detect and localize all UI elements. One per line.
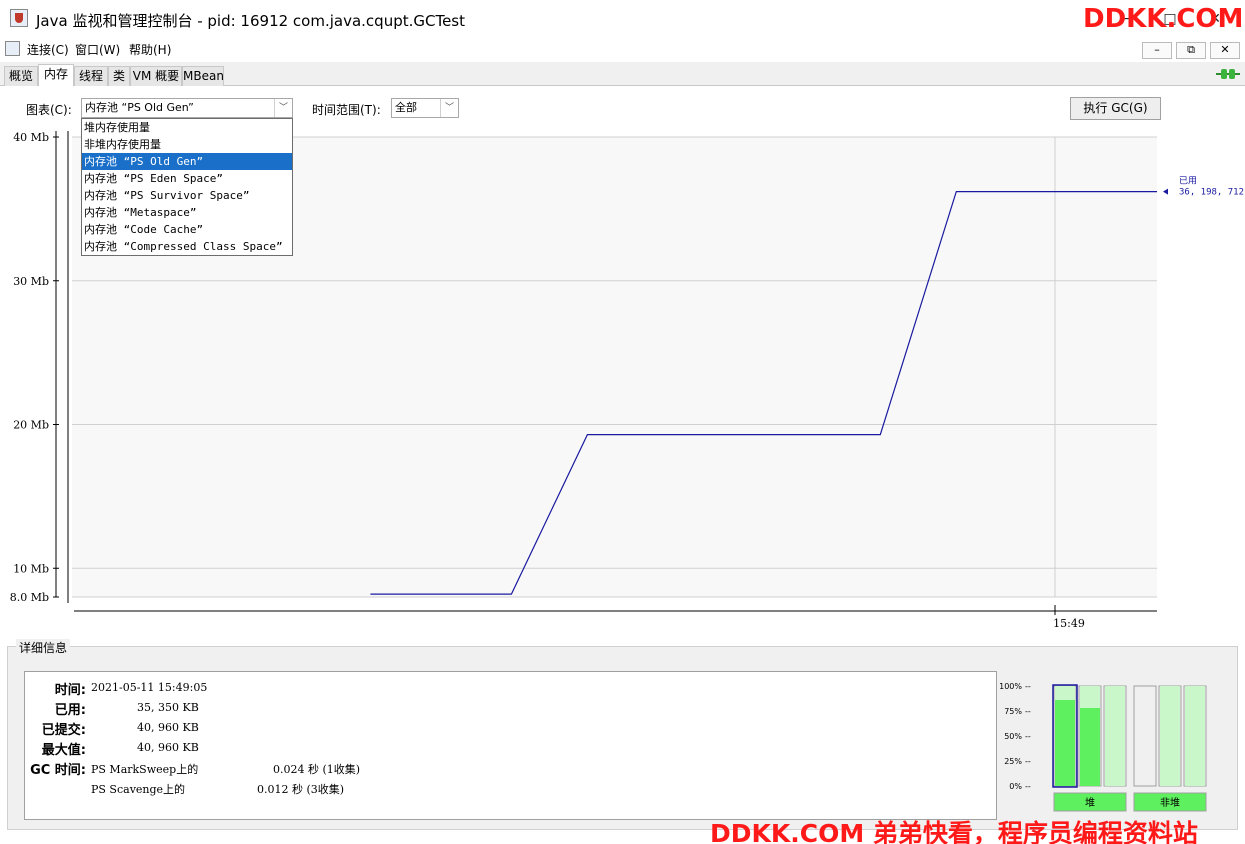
y-tick-label: 30 Mb [13, 275, 49, 288]
committed-value: 40, 960 KB [137, 721, 199, 734]
bar-scale-dash: -- [1025, 707, 1031, 716]
y-tick-label: 40 Mb [13, 131, 49, 144]
bar-scale-label: 0% [1009, 782, 1022, 791]
latest-value-marker: 已用36, 198, 712 [1163, 176, 1244, 198]
chart-select-dropdown[interactable]: 堆内存使用量 非堆内存使用量 内存池 “PS Old Gen” 内存池 “PS … [81, 118, 293, 256]
x-axis: 15:49 [74, 605, 1157, 630]
gc-time-label: GC 时间: [30, 763, 86, 778]
used-label: 已用: [54, 703, 86, 718]
nonheap-pool-bar-frame [1133, 685, 1157, 787]
dropdown-option-nonheap[interactable]: 非堆内存使用量 [82, 136, 292, 153]
gc-row-value: 0.024 秒 (1收集) [273, 763, 361, 776]
bar-scale-label: 50% [1004, 732, 1022, 741]
watermark-bottom: DDKK.COM 弟弟快看，程序员编程资料站 [710, 819, 1198, 844]
dropdown-option-ps-eden-space[interactable]: 内存池 “PS Eden Space” [82, 170, 292, 187]
heap-pool-bar-used [1080, 708, 1100, 786]
max-label: 最大值: [41, 743, 86, 758]
latest-value-arrow-icon [1163, 188, 1168, 195]
nonheap-pool-bar-committed [1160, 686, 1180, 786]
bar-scale-dash: -- [1025, 732, 1031, 741]
heap-summary-label: 堆 [1085, 797, 1095, 809]
y-tick-label: 20 Mb [13, 419, 49, 432]
bar-scale-label: 100% [999, 682, 1022, 691]
gc-row-name: PS MarkSweep上的 [91, 763, 199, 776]
bar-scale-dash: -- [1025, 682, 1031, 691]
gc-row-name: PS Scavenge上的 [91, 783, 186, 796]
bar-scale-label: 25% [1004, 757, 1022, 766]
bar-scale-dash: -- [1025, 757, 1031, 766]
heap-pool-bar-committed [1105, 686, 1125, 786]
memory-chart: 8.0 Mb 10 Mb 20 Mb 30 Mb 40 Mb 15:49 已用36, 1… [10, 131, 1244, 630]
y-tick-label: 8.0 Mb [10, 591, 49, 604]
latest-series-label: 已用 [1179, 176, 1197, 187]
nonheap-pool-bar-committed [1185, 686, 1205, 786]
details-title: 详细信息 [16, 639, 71, 656]
nonheap-summary-label: 非堆 [1160, 797, 1180, 809]
used-value: 35, 350 KB [137, 701, 199, 714]
memory-pool-bars: 100% --75% --50% --25% --0% --堆 非堆 [999, 682, 1207, 812]
y-axis: 8.0 Mb 10 Mb 20 Mb 30 Mb 40 Mb [10, 131, 69, 604]
time-value: 2021-05-11 15:49:05 [91, 681, 208, 694]
gc-row-value: 0.012 秒 (3收集) [257, 783, 345, 796]
details-content: 时间: 2021-05-11 15:49:05 已用: 35, 350 KB 已… [24, 671, 997, 820]
details-panel: 详细信息 时间: 2021-05-11 15:49:05 已用: 35, 350… [7, 639, 1238, 830]
dropdown-option-compressed-class-space[interactable]: 内存池 “Compressed Class Space” [82, 238, 292, 255]
latest-series-value: 36, 198, 712 [1179, 188, 1244, 198]
y-tick-label: 10 Mb [13, 562, 49, 575]
heap-pool-bar-used [1055, 700, 1075, 786]
committed-label: 已提交: [41, 723, 86, 738]
bar-scale-dash: -- [1025, 782, 1031, 791]
dropdown-option-heap[interactable]: 堆内存使用量 [82, 119, 292, 136]
dropdown-option-ps-old-gen[interactable]: 内存池 “PS Old Gen” [82, 153, 292, 170]
max-value: 40, 960 KB [137, 741, 199, 754]
watermark-top: DDKK.COM [1083, 4, 1244, 34]
dropdown-option-code-cache[interactable]: 内存池 “Code Cache” [82, 221, 292, 238]
bar-scale-label: 75% [1004, 707, 1022, 716]
x-tick-label: 15:49 [1053, 617, 1085, 630]
dropdown-option-metaspace[interactable]: 内存池 “Metaspace” [82, 204, 292, 221]
time-label: 时间: [54, 683, 86, 698]
dropdown-option-ps-survivor-space[interactable]: 内存池 “PS Survivor Space” [82, 187, 292, 204]
